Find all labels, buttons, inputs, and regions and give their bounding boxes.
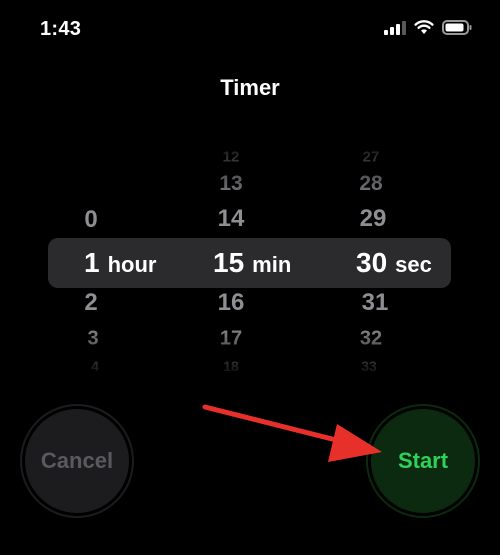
annotation-arrow-icon	[202, 404, 382, 462]
